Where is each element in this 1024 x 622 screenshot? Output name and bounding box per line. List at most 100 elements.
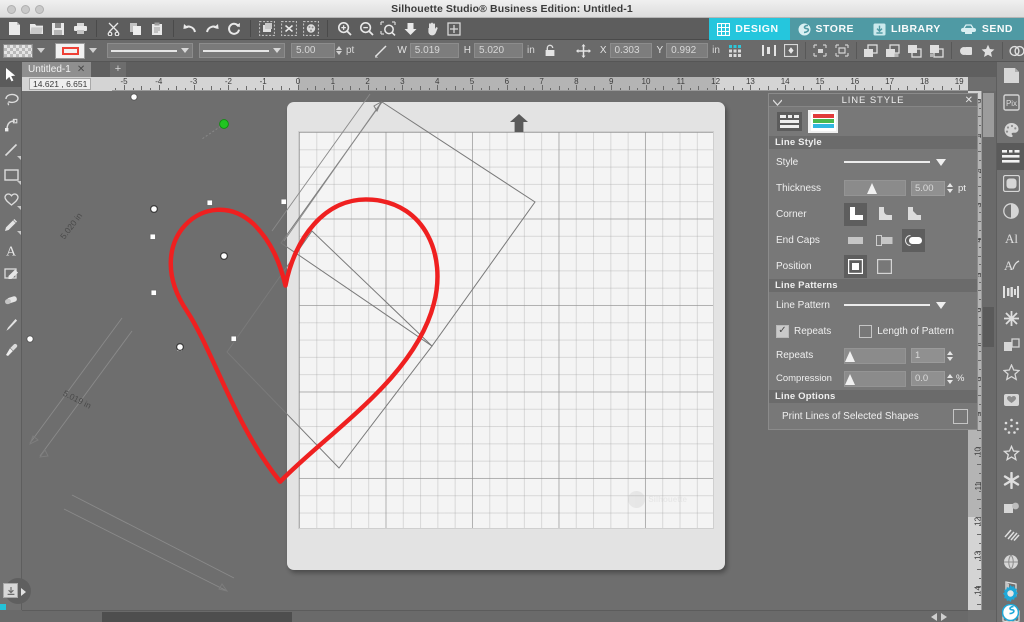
print-lines-checkbox[interactable]: [953, 408, 968, 424]
select-by-color-button[interactable]: [300, 19, 322, 39]
panel-tab-line-color[interactable]: [808, 110, 838, 133]
vertical-scrollbar[interactable]: [982, 91, 996, 610]
settings-gear-button[interactable]: [1002, 585, 1019, 602]
tab-store[interactable]: STORE: [789, 18, 866, 40]
y-input[interactable]: 0.992: [666, 43, 709, 58]
star-icon[interactable]: [977, 41, 999, 61]
panel-align[interactable]: [997, 278, 1024, 305]
panel-star-design[interactable]: [997, 440, 1024, 467]
corner-miter-button[interactable]: [844, 202, 867, 226]
document-tab[interactable]: Untitled-1 ✕: [22, 62, 92, 77]
height-input[interactable]: 5.020: [474, 43, 524, 58]
save-button[interactable]: [47, 19, 69, 39]
tool-shapes[interactable]: [0, 187, 22, 212]
panel-transparency[interactable]: [997, 197, 1024, 224]
tool-select[interactable]: [0, 62, 22, 87]
thickness-slider[interactable]: [844, 180, 906, 196]
repeats-stepper[interactable]: [947, 350, 953, 361]
panel-line-style[interactable]: [997, 143, 1024, 170]
library-download-icon[interactable]: [3, 583, 18, 598]
fit-page-button[interactable]: [443, 19, 465, 39]
panel-rhinestone[interactable]: [997, 413, 1024, 440]
mirror-shape-icon[interactable]: [831, 41, 853, 61]
style-dropdown[interactable]: [844, 156, 946, 168]
rotation-handle[interactable]: [219, 119, 229, 129]
zoom-in-button[interactable]: [333, 19, 355, 39]
cut-button[interactable]: [102, 19, 124, 39]
tool-draw[interactable]: [0, 212, 22, 237]
compression-slider[interactable]: [844, 370, 906, 387]
endcap-butt-button[interactable]: [844, 229, 867, 252]
width-input[interactable]: 5.019: [409, 43, 459, 58]
tool-lasso-edit[interactable]: [0, 87, 22, 112]
copy-button[interactable]: [124, 19, 146, 39]
panel-knockout[interactable]: [997, 386, 1024, 413]
zoom-out-button[interactable]: [355, 19, 377, 39]
panel-fill-color[interactable]: [997, 116, 1024, 143]
endcap-round-button[interactable]: [902, 228, 925, 252]
thickness-stepper[interactable]: [947, 183, 953, 193]
merge-shapes-icon[interactable]: [1006, 41, 1024, 61]
corner-bevel-button[interactable]: [902, 203, 925, 226]
refresh-button[interactable]: [223, 19, 245, 39]
panel-offset[interactable]: [997, 332, 1024, 359]
new-document-button[interactable]: [3, 19, 25, 39]
tool-line[interactable]: [0, 137, 22, 162]
panel-sketch-fill[interactable]: [997, 521, 1024, 548]
weld-icon[interactable]: [955, 41, 977, 61]
close-icon[interactable]: ✕: [965, 95, 973, 106]
position-inside-button[interactable]: [873, 255, 896, 278]
endcap-square-button[interactable]: [873, 229, 896, 252]
help-button[interactable]: [1001, 603, 1020, 622]
vertical-scrollbar-track-segment[interactable]: [983, 307, 994, 347]
line-pattern-dropdown[interactable]: [844, 299, 946, 311]
align-center-icon[interactable]: [780, 41, 802, 61]
close-icon[interactable]: ✕: [77, 62, 85, 77]
panel-text-on-path[interactable]: A: [997, 251, 1024, 278]
line-style-dropdown[interactable]: [107, 43, 193, 58]
print-button[interactable]: [69, 19, 91, 39]
line-pattern-dropdown[interactable]: [199, 43, 285, 58]
redo-button[interactable]: [201, 19, 223, 39]
paste-button[interactable]: [146, 19, 168, 39]
corner-round-button[interactable]: [873, 203, 896, 226]
x-input[interactable]: 0.303: [609, 43, 652, 58]
horizontal-scrollbar[interactable]: [22, 610, 968, 622]
thickness-stepper[interactable]: [336, 46, 342, 55]
tool-eraser[interactable]: [0, 287, 22, 312]
pan-button[interactable]: [421, 19, 443, 39]
bring-front-icon[interactable]: [860, 41, 882, 61]
panel-sketch-effects[interactable]: [997, 467, 1024, 494]
right-arrow-icon[interactable]: [21, 588, 26, 596]
thickness-value-input[interactable]: 5.00: [911, 180, 945, 196]
panel-modify[interactable]: [997, 305, 1024, 332]
panel-trace[interactable]: [997, 359, 1024, 386]
distribute-icon[interactable]: [758, 41, 780, 61]
panel-shadow[interactable]: [997, 494, 1024, 521]
repeats-checkbox[interactable]: [776, 324, 789, 338]
bring-forward-icon[interactable]: [882, 41, 904, 61]
tool-text[interactable]: A: [0, 237, 22, 262]
select-all-button[interactable]: [256, 19, 278, 39]
panel-sketch[interactable]: [997, 170, 1024, 197]
vertical-scrollbar-thumb[interactable]: [983, 93, 994, 137]
new-tab-button[interactable]: +: [110, 62, 126, 77]
tab-library[interactable]: LIBRARY: [865, 18, 952, 40]
panel-tab-line-style[interactable]: [774, 110, 804, 133]
panel-pixscan[interactable]: Pix: [997, 89, 1024, 116]
rotate-shape-icon[interactable]: [809, 41, 831, 61]
lock-aspect-icon[interactable]: [539, 41, 561, 61]
panel-text-style[interactable]: Al: [997, 224, 1024, 251]
fill-color-dropdown-caret[interactable]: [37, 48, 45, 53]
tool-rectangle[interactable]: [0, 162, 22, 187]
send-backward-icon[interactable]: [904, 41, 926, 61]
horizontal-ruler[interactable]: -8-7-6-5-4-3-2-1012345678910111213141516…: [22, 77, 968, 91]
line-color-dropdown-caret[interactable]: [89, 48, 97, 53]
tool-node-edit[interactable]: [0, 112, 22, 137]
tab-design[interactable]: DESIGN: [709, 18, 790, 40]
deselect-all-button[interactable]: [278, 19, 300, 39]
tool-knife[interactable]: [0, 312, 22, 337]
open-file-button[interactable]: [25, 19, 47, 39]
length-of-pattern-checkbox[interactable]: [859, 324, 873, 338]
horizontal-scrollbar-thumb[interactable]: [102, 612, 292, 622]
